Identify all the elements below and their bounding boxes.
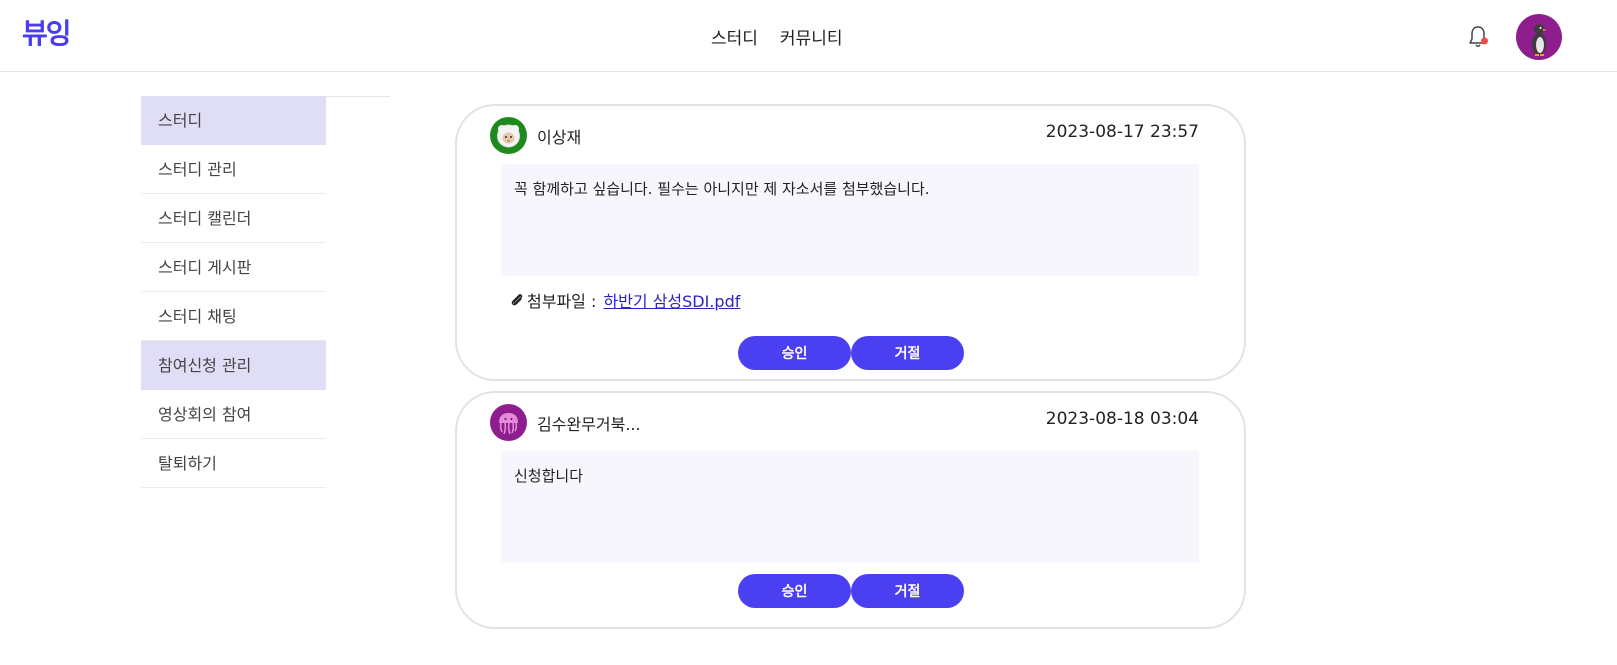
sidebar-item-application-manage[interactable]: 참여신청 관리 [141, 341, 326, 390]
applicant-name: 이상재 [537, 128, 582, 147]
sidebar-item-study-calendar[interactable]: 스터디 캘린더 [141, 194, 326, 243]
reject-button[interactable]: 거절 [851, 336, 964, 370]
application-card: 이상재 2023-08-17 23:57 꼭 함께하고 싶습니다. 필수는 아니… [455, 104, 1246, 381]
nav-community[interactable]: 커뮤니티 [780, 24, 843, 49]
message-text: 신청합니다 [514, 467, 584, 485]
logo[interactable]: 뷰잉 [22, 12, 72, 52]
applicant-avatar [490, 404, 527, 441]
action-buttons: 승인 거절 [738, 574, 964, 608]
application-message: 꼭 함께하고 싶습니다. 필수는 아니지만 제 자소서를 첨부했습니다. [501, 164, 1199, 276]
top-header: 뷰잉 스터디 커뮤니티 [0, 0, 1617, 72]
reject-button[interactable]: 거절 [851, 574, 964, 608]
application-date: 2023-08-18 03:04 [1045, 409, 1199, 429]
application-date: 2023-08-17 23:57 [1045, 122, 1199, 142]
user-avatar[interactable] [1516, 14, 1562, 60]
sidebar-item-study-board[interactable]: 스터디 게시판 [141, 243, 326, 292]
sidebar-item-study-manage[interactable]: 스터디 관리 [141, 145, 326, 194]
applicant-avatar [490, 117, 527, 154]
attachment-link[interactable]: 하반기 삼성SDI.pdf [603, 288, 740, 312]
notification-bell-icon[interactable] [1466, 24, 1490, 50]
sidebar: 스터디 스터디 관리 스터디 캘린더 스터디 게시판 스터디 채팅 참여신청 관… [141, 96, 390, 488]
application-message: 신청합니다 [501, 451, 1199, 563]
sidebar-item-label: 스터디 캘린더 [158, 209, 252, 228]
sidebar-item-study-chat[interactable]: 스터디 채팅 [141, 292, 326, 341]
approve-button[interactable]: 승인 [738, 336, 851, 370]
sidebar-item-label: 탈퇴하기 [158, 454, 217, 473]
sidebar-item-video-meeting[interactable]: 영상회의 참여 [141, 390, 326, 439]
penguin-icon [1532, 24, 1547, 56]
applicant-name: 김수완무거북... [537, 415, 641, 434]
paperclip-icon [511, 294, 523, 306]
sidebar-item-label: 스터디 게시판 [158, 258, 252, 277]
attachment-label: 첨부파일 : [527, 292, 602, 311]
main-nav: 스터디 커뮤니티 [711, 24, 842, 49]
application-card: 김수완무거북... 2023-08-18 03:04 신청합니다 승인 거절 [455, 391, 1246, 629]
sidebar-item-leave[interactable]: 탈퇴하기 [141, 439, 326, 488]
sidebar-item-label: 스터디 채팅 [158, 307, 237, 326]
attachment-row: 첨부파일 : 하반기 삼성SDI.pdf [509, 288, 740, 312]
action-buttons: 승인 거절 [738, 336, 964, 370]
sidebar-item-study[interactable]: 스터디 [141, 96, 326, 145]
jellyfish-icon [499, 413, 518, 435]
sidebar-item-label: 스터디 [158, 111, 203, 130]
nav-study[interactable]: 스터디 [711, 24, 758, 49]
message-text: 꼭 함께하고 싶습니다. 필수는 아니지만 제 자소서를 첨부했습니다. [514, 180, 930, 198]
sidebar-item-label: 참여신청 관리 [158, 356, 252, 375]
approve-button[interactable]: 승인 [738, 574, 851, 608]
sheep-icon [497, 124, 520, 148]
sidebar-item-label: 영상회의 참여 [158, 405, 252, 424]
sidebar-item-label: 스터디 관리 [158, 160, 237, 179]
